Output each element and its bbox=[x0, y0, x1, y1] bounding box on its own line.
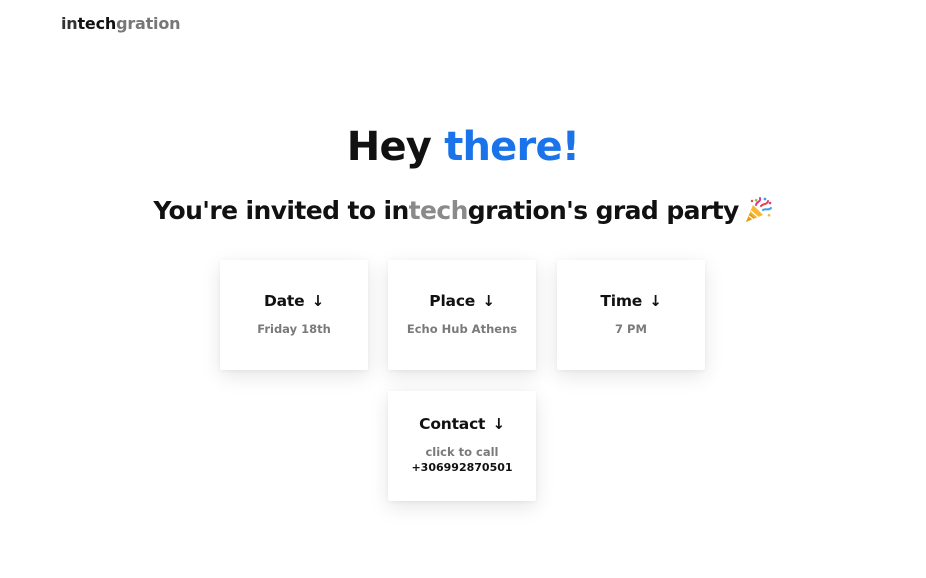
logo-part-tech: tech bbox=[77, 14, 117, 33]
brand-logo[interactable]: intechgration bbox=[61, 14, 181, 33]
date-card[interactable]: Date ↓ Friday 18th bbox=[220, 260, 368, 370]
place-card-title-row: Place ↓ bbox=[388, 292, 536, 310]
time-card[interactable]: Time ↓ 7 PM bbox=[557, 260, 705, 370]
logo-part-in: in bbox=[61, 14, 78, 33]
logo-part-gration: gration bbox=[116, 14, 181, 33]
party-popper-icon bbox=[743, 196, 773, 224]
date-card-title: Date bbox=[263, 292, 305, 310]
arrow-down-icon: ↓ bbox=[311, 292, 325, 310]
place-value: Echo Hub Athens bbox=[406, 322, 518, 336]
invitation-subtitle: You're invited to intechgration's grad p… bbox=[0, 196, 926, 225]
time-card-title: Time bbox=[600, 292, 643, 310]
invitation-page: intechgration Hey there! You're invited … bbox=[0, 0, 926, 578]
contact-card[interactable]: Contact ↓ click to call +306992870501 bbox=[388, 391, 536, 501]
time-card-title-row: Time ↓ bbox=[557, 292, 705, 310]
subtitle-before: You're invited to in bbox=[153, 196, 409, 225]
place-card[interactable]: Place ↓ Echo Hub Athens bbox=[388, 260, 536, 370]
date-card-title-row: Date ↓ bbox=[220, 292, 368, 310]
arrow-down-icon: ↓ bbox=[649, 292, 662, 310]
contact-card-title: Contact bbox=[419, 415, 486, 433]
date-value: Friday 18th bbox=[257, 322, 331, 336]
time-value: 7 PM bbox=[615, 322, 647, 336]
place-card-title: Place bbox=[429, 292, 476, 310]
arrow-down-icon: ↓ bbox=[492, 415, 505, 433]
hero-accent: there! bbox=[444, 124, 580, 170]
subtitle-brand-mid: tech bbox=[408, 196, 469, 225]
arrow-down-icon: ↓ bbox=[482, 292, 495, 310]
subtitle-after: gration's grad party bbox=[467, 196, 739, 225]
hero-heading: Hey there! bbox=[0, 124, 926, 170]
contact-card-title-row: Contact ↓ bbox=[388, 415, 536, 433]
hero-prefix: Hey bbox=[346, 124, 445, 170]
contact-hint: click to call bbox=[425, 445, 499, 459]
phone-link[interactable]: +306992870501 bbox=[388, 461, 536, 474]
